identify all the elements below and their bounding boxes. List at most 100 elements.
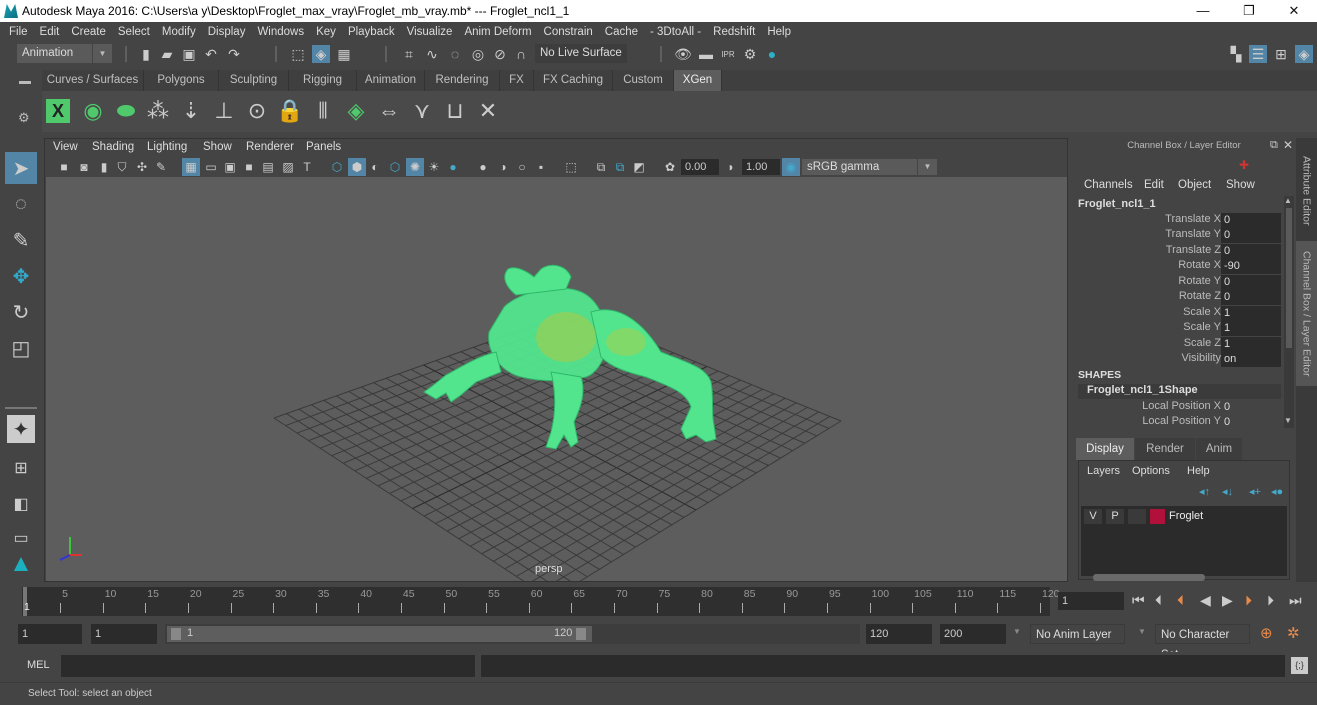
layer-menu-layers[interactable]: Layers (1087, 465, 1120, 477)
channel-box-tab[interactable]: Channel Box / Layer Editor (1296, 241, 1317, 386)
step-forward-frame-icon[interactable]: ⏵ (1267, 592, 1274, 609)
command-input[interactable] (61, 655, 475, 677)
wireframe-on-shaded-icon[interactable]: ⬡ (386, 158, 404, 176)
xgen-delete-guide-icon[interactable]: ✕ (473, 96, 503, 126)
channelbox-menu-show[interactable]: Show (1226, 179, 1255, 191)
channel-row[interactable]: Translate X0 (1073, 213, 1283, 228)
snap-live-icon[interactable]: ⊘ (491, 45, 509, 63)
channel-value-field[interactable]: 1 (1221, 306, 1281, 321)
xgen-sculpt-guide-icon[interactable]: ⇔ (374, 96, 404, 126)
viewport-menu-show[interactable]: Show (203, 141, 232, 153)
channel-value-field[interactable]: 0 (1221, 244, 1281, 259)
layer-tab-display[interactable]: Display (1076, 438, 1134, 460)
exposure-icon[interactable]: ✿ (661, 158, 679, 176)
menu-constrain[interactable]: Constrain (538, 22, 599, 42)
channel-value-field[interactable]: 0 (1221, 228, 1281, 243)
channel-value-field[interactable]: on (1221, 352, 1281, 367)
channel-box-toggle-icon[interactable]: ◈ (1295, 45, 1313, 63)
menu-select[interactable]: Select (112, 22, 156, 42)
xgen-guides-icon[interactable]: ⫴ (308, 96, 338, 126)
menu-key[interactable]: Key (310, 22, 342, 42)
redo-icon[interactable]: ↷ (225, 45, 243, 63)
layer-menu-help[interactable]: Help (1187, 465, 1210, 477)
scrollbar-thumb[interactable] (1093, 574, 1205, 581)
ipr-render-icon[interactable]: IPR (719, 45, 737, 63)
view-transform-dropdown[interactable]: sRGB gamma ▼ (802, 159, 937, 175)
wireframe-icon[interactable]: ⬡ (328, 158, 346, 176)
shape-node-name[interactable]: Froglet_ncl1_1Shape (1078, 384, 1281, 399)
playback-start-field[interactable]: 1 (91, 624, 157, 644)
channel-row[interactable]: Scale X1 (1073, 306, 1283, 321)
rotate-tool-icon[interactable]: ↻ (5, 296, 37, 328)
go-to-end-icon[interactable]: ⏭ (1289, 592, 1302, 609)
shelf-tab-rendering[interactable]: Rendering (425, 70, 500, 91)
shelf-tab-fx-caching[interactable]: FX Caching (534, 70, 613, 91)
go-to-start-icon[interactable]: ⏮ (1132, 592, 1145, 609)
move-layer-up-icon[interactable]: ◂↑ (1199, 485, 1210, 498)
select-hierarchy-icon[interactable]: ⬚ (289, 45, 307, 63)
color-management-icon[interactable]: ◉ (782, 158, 800, 176)
xgen-lock-guide-icon[interactable]: 🔒 (275, 96, 305, 126)
menu-visualize[interactable]: Visualize (401, 22, 459, 42)
shelf-tab-custom[interactable]: Custom (613, 70, 674, 91)
float-panel-icon[interactable]: ⧉ (1270, 139, 1278, 152)
range-start-handle[interactable] (171, 628, 181, 640)
chevron-down-icon[interactable]: ▼ (1013, 627, 1021, 636)
layer-tab-render[interactable]: Render (1135, 438, 1195, 460)
menu-create[interactable]: Create (65, 22, 112, 42)
channel-value-field[interactable]: 0 (1221, 290, 1281, 305)
channel-value-field[interactable]: 0 (1221, 400, 1281, 415)
menu-cache[interactable]: Cache (599, 22, 644, 42)
layer-playback-toggle[interactable]: P (1106, 509, 1124, 524)
xgen-layers-icon[interactable]: ◈ (341, 96, 371, 126)
anim-layer-dropdown[interactable]: No Anim Layer (1030, 624, 1125, 644)
anti-aliasing-icon[interactable]: ○ (513, 158, 531, 176)
lasso-tool-icon[interactable]: ◌ (5, 188, 37, 220)
play-backwards-icon[interactable]: ◀ (1200, 592, 1211, 609)
textured-icon[interactable]: ✺ (406, 158, 424, 176)
perspective-viewport[interactable]: persp (46, 177, 1067, 581)
minimize-button[interactable]: — (1180, 0, 1226, 22)
field-chart-icon[interactable]: ▤ (259, 158, 277, 176)
menu-anim-deform[interactable]: Anim Deform (458, 22, 537, 42)
channel-row[interactable]: Scale Y1 (1073, 321, 1283, 336)
shadows-icon[interactable]: ● (444, 158, 462, 176)
character-set-dropdown[interactable]: No Character Set (1155, 624, 1250, 661)
xray-active-components-icon[interactable]: ◩ (630, 158, 648, 176)
xray-joints-icon[interactable]: ⧉ (611, 158, 629, 176)
channelbox-menu-object[interactable]: Object (1178, 179, 1211, 191)
channel-row[interactable]: Translate Z0 (1073, 244, 1283, 259)
layer-name[interactable]: Froglet (1169, 510, 1203, 522)
xgen-clear-preview-icon[interactable]: ⬬ (111, 96, 141, 126)
undo-icon[interactable]: ↶ (202, 45, 220, 63)
layer-display-type-toggle[interactable] (1128, 509, 1146, 524)
menu-file[interactable]: File (3, 22, 34, 42)
selected-object-name[interactable]: Froglet_ncl1_1 (1078, 198, 1156, 210)
manipulator-icon[interactable]: ✚ (1239, 158, 1249, 172)
shelf-settings-gear-icon[interactable]: ⚙ (18, 110, 30, 126)
2d-pan-zoom-icon[interactable]: ✣ (133, 158, 151, 176)
four-view-layout-icon[interactable]: ⊞ (5, 452, 37, 484)
attribute-editor-toggle-icon[interactable]: ☰ (1249, 45, 1267, 63)
shelf-tab-polygons[interactable]: Polygons (144, 70, 219, 91)
menu-redshift[interactable]: Redshift (707, 22, 761, 42)
channelbox-menu-edit[interactable]: Edit (1144, 179, 1164, 191)
create-layer-from-selected-icon[interactable]: ◂● (1271, 485, 1283, 498)
xgen-create-description-icon[interactable]: ⁂ (143, 96, 173, 126)
layer-tab-anim[interactable]: Anim (1196, 438, 1242, 460)
single-perspective-view-icon[interactable]: ✦ (7, 415, 35, 443)
persp-outliner-layout-icon[interactable]: ◧ (5, 488, 37, 520)
snap-view-plane-icon[interactable]: ◎ (469, 45, 487, 63)
bookmark-icon[interactable]: ▮ (95, 158, 113, 176)
resolution-gate-icon[interactable]: ▣ (221, 158, 239, 176)
restore-button[interactable]: ❐ (1226, 0, 1272, 22)
camera-select-icon[interactable]: ■ (55, 158, 73, 176)
time-slider-track[interactable]: 1 5 10 15 20 25 30 35 40 45 50 55 60 65 70 75 80 85 90 95 1… (22, 587, 1060, 616)
safe-action-icon[interactable]: ▨ (279, 158, 297, 176)
channel-value-field[interactable]: -90 (1221, 259, 1281, 274)
camera-attributes-icon[interactable]: ◙ (75, 158, 93, 176)
open-scene-icon[interactable]: ▰ (158, 45, 176, 63)
menu-edit[interactable]: Edit (34, 22, 66, 42)
auto-key-icon[interactable]: ⊕ (1260, 624, 1273, 642)
motion-blur-icon[interactable]: ◑ (494, 158, 512, 176)
